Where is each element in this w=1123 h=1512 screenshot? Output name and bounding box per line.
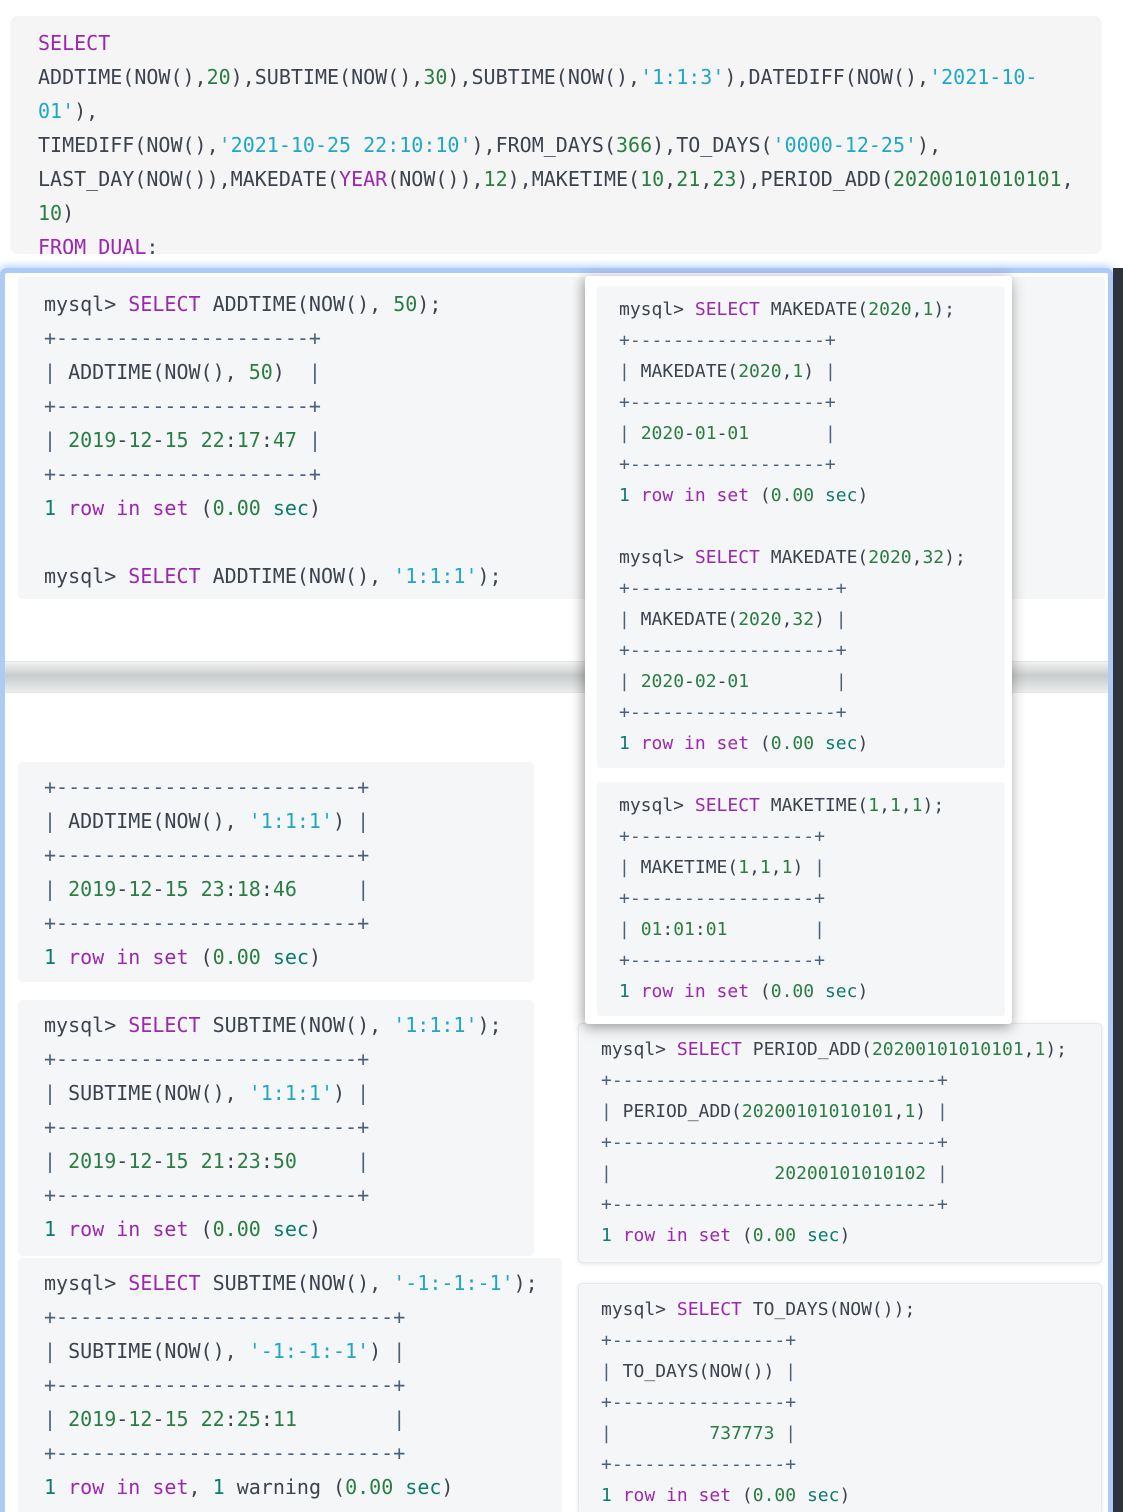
overlay-result-panel: mysql> SELECT MAKEDATE(2020,1); +--------… (585, 276, 1012, 1024)
result-box-period-add: mysql> SELECT PERIOD_ADD(20200101010101,… (578, 1023, 1102, 1263)
result-box-subtime-negative: mysql> SELECT SUBTIME(NOW(), '-1:-1:-1')… (18, 1258, 562, 1512)
result-box-subtime: mysql> SELECT SUBTIME(NOW(), '1:1:1'); +-… (18, 1000, 534, 1256)
dark-page-edge (1113, 268, 1123, 1512)
result-box-addtime-string: +-------------------------+ | ADDTIME(NOW… (18, 762, 534, 982)
result-box-makedate: mysql> SELECT MAKEDATE(2020,1); +--------… (597, 286, 1005, 768)
result-box-maketime: mysql> SELECT MAKETIME(1,1,1); +---------… (597, 782, 1005, 1016)
sql-editor-block: SELECT ADDTIME(NOW(),20),SUBTIME(NOW(),30… (10, 16, 1102, 254)
result-box-to-days: mysql> SELECT TO_DAYS(NOW()); +----------… (578, 1283, 1102, 1512)
